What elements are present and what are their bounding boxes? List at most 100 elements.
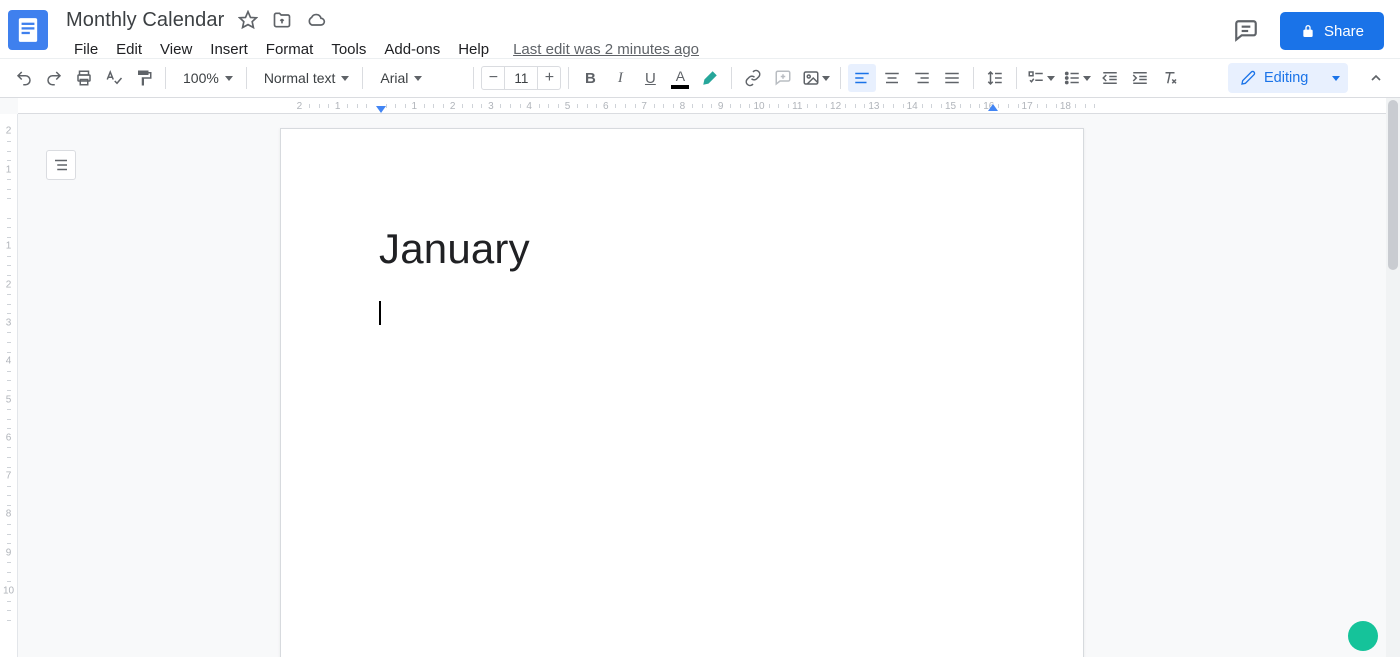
bulleted-list-button[interactable] xyxy=(1060,64,1094,92)
ruler-tick: 6 xyxy=(0,432,17,443)
move-icon[interactable] xyxy=(272,10,292,30)
spellcheck-button[interactable] xyxy=(100,64,128,92)
font-size-control: − + xyxy=(481,66,561,90)
ruler-tick: 13 xyxy=(868,101,879,111)
separator xyxy=(568,67,569,89)
vertical-ruler[interactable]: 2112345678910 xyxy=(0,114,18,657)
separator xyxy=(973,67,974,89)
menu-format[interactable]: Format xyxy=(258,37,322,62)
redo-button[interactable] xyxy=(40,64,68,92)
print-button[interactable] xyxy=(70,64,98,92)
checklist-button[interactable] xyxy=(1024,64,1058,92)
zoom-value: 100% xyxy=(183,70,219,86)
cloud-status-icon[interactable] xyxy=(306,10,326,30)
ruler-tick: 5 xyxy=(565,101,571,111)
paragraph-style-dropdown[interactable]: Normal text xyxy=(254,64,356,92)
separator xyxy=(840,67,841,89)
ruler-tick: 12 xyxy=(830,101,841,111)
font-size-decrease[interactable]: − xyxy=(481,66,505,90)
align-justify-button[interactable] xyxy=(938,64,966,92)
chevron-down-icon xyxy=(822,76,830,81)
menu-help[interactable]: Help xyxy=(450,37,497,62)
menu-file[interactable]: File xyxy=(66,37,106,62)
align-center-button[interactable] xyxy=(878,64,906,92)
indent-increase-button[interactable] xyxy=(1126,64,1154,92)
share-button[interactable]: Share xyxy=(1280,12,1384,50)
clear-formatting-button[interactable] xyxy=(1156,64,1184,92)
right-margin-marker[interactable] xyxy=(988,104,998,111)
left-indent-marker[interactable] xyxy=(376,106,386,113)
ruler-tick: 1 xyxy=(0,241,17,252)
text-color-button[interactable]: A xyxy=(666,64,694,92)
open-comments-icon[interactable] xyxy=(1230,15,1262,47)
ruler-tick: 7 xyxy=(0,471,17,482)
editing-mode-dropdown[interactable]: Editing xyxy=(1228,63,1348,93)
add-comment-button[interactable] xyxy=(769,64,797,92)
ruler-tick: 1 xyxy=(0,164,17,175)
ruler-tick: 3 xyxy=(488,101,494,111)
scrollbar-thumb[interactable] xyxy=(1388,100,1398,270)
highlight-button[interactable] xyxy=(696,64,724,92)
undo-button[interactable] xyxy=(10,64,38,92)
chevron-down-icon xyxy=(341,76,349,81)
insert-link-button[interactable] xyxy=(739,64,767,92)
separator xyxy=(473,67,474,89)
underline-button[interactable]: U xyxy=(636,64,664,92)
chevron-down-icon xyxy=(225,76,233,81)
last-edit-link[interactable]: Last edit was 2 minutes ago xyxy=(513,41,699,58)
ruler-tick: 5 xyxy=(0,394,17,405)
font-family-value: Arial xyxy=(380,70,408,86)
ruler-tick: 4 xyxy=(526,101,532,111)
chevron-down-icon xyxy=(1047,76,1055,81)
ruler-tick: 8 xyxy=(0,509,17,520)
pencil-icon xyxy=(1240,70,1256,86)
document-canvas[interactable]: January xyxy=(18,114,1386,657)
menu-view[interactable]: View xyxy=(152,37,200,62)
menu-addons[interactable]: Add-ons xyxy=(376,37,448,62)
ruler-tick: 2 xyxy=(0,126,17,137)
share-button-label: Share xyxy=(1324,23,1364,40)
vertical-scrollbar[interactable] xyxy=(1386,98,1400,657)
show-outline-button[interactable] xyxy=(46,150,76,180)
text-cursor xyxy=(379,301,381,325)
line-spacing-button[interactable] xyxy=(981,64,1009,92)
lock-icon xyxy=(1300,23,1316,39)
collapse-toolbar-button[interactable] xyxy=(1362,64,1390,92)
separator xyxy=(246,67,247,89)
font-family-dropdown[interactable]: Arial xyxy=(370,64,466,92)
ruler-tick: 15 xyxy=(945,101,956,111)
menu-insert[interactable]: Insert xyxy=(202,37,256,62)
document-title[interactable]: Monthly Calendar xyxy=(66,9,224,32)
separator xyxy=(165,67,166,89)
grammarly-badge[interactable] xyxy=(1348,621,1378,651)
menu-tools[interactable]: Tools xyxy=(323,37,374,62)
chevron-down-icon xyxy=(414,76,422,81)
editing-mode-label: Editing xyxy=(1264,70,1308,86)
insert-image-button[interactable] xyxy=(799,64,833,92)
ruler-tick: 9 xyxy=(0,547,17,558)
italic-button[interactable]: I xyxy=(606,64,634,92)
separator xyxy=(731,67,732,89)
editor-area: 21123456789101112131415161718 2112345678… xyxy=(0,98,1400,657)
align-right-button[interactable] xyxy=(908,64,936,92)
zoom-dropdown[interactable]: 100% xyxy=(173,64,239,92)
ruler-tick: 3 xyxy=(0,317,17,328)
horizontal-ruler[interactable]: 21123456789101112131415161718 xyxy=(18,98,1386,114)
paint-format-button[interactable] xyxy=(130,64,158,92)
paragraph-style-value: Normal text xyxy=(264,70,336,86)
indent-decrease-button[interactable] xyxy=(1096,64,1124,92)
ruler-tick: 4 xyxy=(0,356,17,367)
font-size-input[interactable] xyxy=(505,66,537,90)
docs-logo[interactable] xyxy=(8,10,48,50)
ruler-tick: 6 xyxy=(603,101,609,111)
chevron-down-icon xyxy=(1332,76,1340,81)
menu-edit[interactable]: Edit xyxy=(108,37,150,62)
font-size-increase[interactable]: + xyxy=(537,66,561,90)
document-heading[interactable]: January xyxy=(379,225,985,273)
ruler-tick: 8 xyxy=(680,101,686,111)
star-icon[interactable] xyxy=(238,10,258,30)
page[interactable]: January xyxy=(280,128,1084,657)
title-bar: Monthly Calendar File Edit View Insert F… xyxy=(0,0,1400,58)
align-left-button[interactable] xyxy=(848,64,876,92)
bold-button[interactable]: B xyxy=(576,64,604,92)
